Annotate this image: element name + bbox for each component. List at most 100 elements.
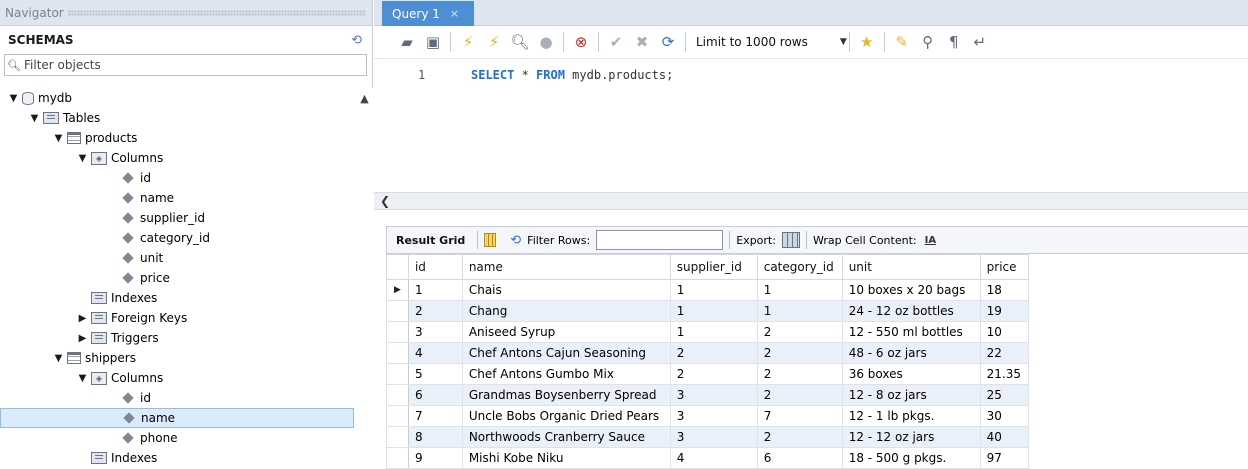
tree-item-column-name[interactable]: name: [120, 188, 174, 208]
collapse-arrow-icon[interactable]: ▼: [77, 153, 88, 164]
add-snippet-icon[interactable]: ★: [856, 31, 878, 53]
scroll-up-icon[interactable]: ▲: [356, 92, 373, 105]
table-cell[interactable]: 2: [756, 384, 843, 406]
tree-item-products-triggers[interactable]: ▶ Triggers: [77, 328, 159, 348]
table-cell[interactable]: 9: [407, 447, 463, 469]
table-cell[interactable]: 40: [979, 426, 1029, 448]
table-cell[interactable]: 4: [407, 342, 463, 364]
scroll-left-icon[interactable]: ❮: [380, 194, 390, 208]
tree-item-products-indexes[interactable]: Indexes: [77, 288, 157, 308]
table-cell[interactable]: 97: [979, 447, 1029, 469]
table-cell[interactable]: 2: [669, 363, 758, 385]
stop-icon[interactable]: ●: [535, 31, 557, 53]
table-row[interactable]: ▶ 1 Chais 1 1 10 boxes x 20 bags 18: [386, 279, 1248, 301]
tree-item-shippers-indexes[interactable]: Indexes: [77, 448, 157, 468]
table-cell[interactable]: 21.35: [979, 363, 1029, 385]
table-cell[interactable]: 25: [979, 384, 1029, 406]
table-row[interactable]: 2 Chang 1 1 24 - 12 oz bottles 19: [386, 300, 1248, 322]
table-cell[interactable]: 12 - 550 ml bottles: [841, 321, 981, 343]
table-cell[interactable]: Grandmas Boysenberry Spread: [461, 384, 671, 406]
table-cell[interactable]: 5: [407, 363, 463, 385]
table-cell[interactable]: 22: [979, 342, 1029, 364]
table-cell[interactable]: 1: [669, 279, 758, 301]
tree-item-products-foreign-keys[interactable]: ▶ Foreign Keys: [77, 308, 188, 328]
table-row[interactable]: 7 Uncle Bobs Organic Dried Pears 3 7 12 - 1 …: [386, 405, 1248, 427]
refresh-icon[interactable]: ⟲: [510, 233, 521, 248]
table-cell[interactable]: 30: [979, 405, 1029, 427]
tree-item-mydb[interactable]: ▼ mydb: [8, 88, 72, 108]
sql-editor[interactable]: 1 SELECT * FROM mydb.products;: [374, 60, 1248, 192]
column-header-id[interactable]: id: [407, 254, 463, 280]
editor-horizontal-scrollbar[interactable]: ❮: [374, 192, 1248, 210]
table-cell[interactable]: 1: [669, 321, 758, 343]
autocommit-icon[interactable]: ⟳: [657, 31, 679, 53]
collapse-arrow-icon[interactable]: ▼: [77, 373, 88, 384]
refresh-icon[interactable]: ⟲: [351, 33, 362, 48]
table-row[interactable]: 5 Chef Antons Gumbo Mix 2 2 36 boxes 21.35: [386, 363, 1248, 385]
expand-arrow-icon[interactable]: ▶: [77, 333, 88, 344]
table-cell[interactable]: 2: [756, 363, 843, 385]
tree-item-products[interactable]: ▼ products: [53, 128, 138, 148]
table-cell[interactable]: 2: [756, 321, 843, 343]
table-cell[interactable]: 2: [669, 342, 758, 364]
table-cell[interactable]: 1: [756, 279, 843, 301]
table-cell[interactable]: 1: [669, 300, 758, 322]
table-cell[interactable]: 6: [756, 447, 843, 469]
export-icon[interactable]: [781, 232, 800, 248]
tree-item-shippers-columns[interactable]: ▼ ◈ Columns: [77, 368, 164, 388]
execute-icon[interactable]: ⚡: [457, 31, 479, 53]
table-cell[interactable]: 3: [669, 405, 758, 427]
table-cell[interactable]: 1: [407, 279, 463, 301]
tree-item-column-id[interactable]: id: [120, 168, 151, 188]
table-cell[interactable]: 4: [669, 447, 758, 469]
filter-objects-input[interactable]: [21, 56, 351, 74]
grid-view-icon[interactable]: [484, 233, 497, 247]
table-cell[interactable]: Aniseed Syrup: [461, 321, 671, 343]
table-cell[interactable]: Mishi Kobe Niku: [461, 447, 671, 469]
table-cell[interactable]: 12 - 8 oz jars: [841, 384, 981, 406]
expand-arrow-icon[interactable]: ▶: [77, 313, 88, 324]
collapse-arrow-icon[interactable]: ▼: [53, 353, 64, 364]
tree-item-column-unit[interactable]: unit: [120, 248, 163, 268]
table-cell[interactable]: 18 - 500 g pkgs.: [841, 447, 981, 469]
wrap-lines-icon[interactable]: ↵: [969, 31, 991, 53]
explain-icon[interactable]: 🔍︎: [509, 31, 531, 53]
navigator-scrollbar[interactable]: ▲: [356, 88, 373, 469]
beautify-icon[interactable]: ✎: [891, 31, 913, 53]
tree-item-products-columns[interactable]: ▼ ◈ Columns: [77, 148, 164, 168]
open-folder-icon[interactable]: ▰: [396, 31, 418, 53]
table-cell[interactable]: 12 - 1 lb pkgs.: [841, 405, 981, 427]
table-cell[interactable]: 7: [756, 405, 843, 427]
tab-query-1[interactable]: Query 1 ×: [382, 1, 474, 26]
table-cell[interactable]: 10 boxes x 20 bags: [841, 279, 981, 301]
invisible-chars-icon[interactable]: ¶: [943, 31, 965, 53]
table-cell[interactable]: 19: [979, 300, 1029, 322]
table-row[interactable]: 8 Northwoods Cranberry Sauce 3 2 12 - 12 oz …: [386, 426, 1248, 448]
table-cell[interactable]: 3: [669, 426, 758, 448]
column-header-category-id[interactable]: category_id: [756, 254, 843, 280]
tree-item-shippers-column-name[interactable]: name: [0, 408, 354, 428]
collapse-arrow-icon[interactable]: ▼: [8, 93, 19, 104]
column-header-supplier-id[interactable]: supplier_id: [669, 254, 758, 280]
navigator-grip[interactable]: [67, 9, 366, 16]
table-cell[interactable]: Chang: [461, 300, 671, 322]
column-header-unit[interactable]: unit: [841, 254, 981, 280]
table-cell[interactable]: 2: [756, 342, 843, 364]
table-cell[interactable]: 6: [407, 384, 463, 406]
tree-item-shippers-column-id[interactable]: id: [120, 388, 151, 408]
table-cell[interactable]: 36 boxes: [841, 363, 981, 385]
result-grid-label[interactable]: Result Grid: [387, 234, 471, 247]
tree-item-column-supplier-id[interactable]: supplier_id: [120, 208, 205, 228]
column-header-name[interactable]: name: [461, 254, 671, 280]
commit-icon[interactable]: ✔: [605, 31, 627, 53]
tree-item-column-price[interactable]: price: [120, 268, 170, 288]
close-tab-icon[interactable]: ×: [450, 7, 459, 20]
table-cell[interactable]: 8: [407, 426, 463, 448]
find-icon[interactable]: ⚲: [917, 31, 939, 53]
tree-item-tables[interactable]: ▼ Tables: [29, 108, 101, 128]
table-cell[interactable]: 10: [979, 321, 1029, 343]
tree-item-shippers-column-phone[interactable]: phone: [120, 428, 178, 448]
filter-rows-input[interactable]: [596, 230, 724, 250]
table-cell[interactable]: Northwoods Cranberry Sauce: [461, 426, 671, 448]
table-row[interactable]: 6 Grandmas Boysenberry Spread 3 2 12 - 8 oz …: [386, 384, 1248, 406]
